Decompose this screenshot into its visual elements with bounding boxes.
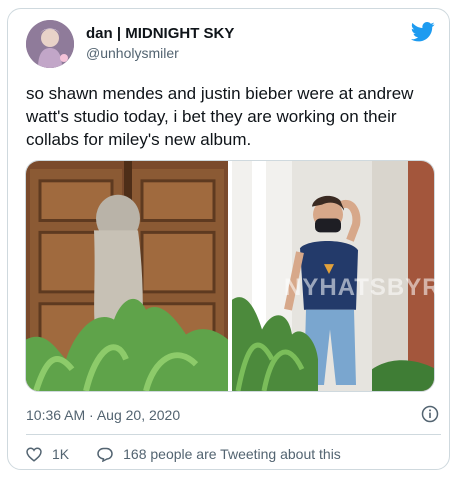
like-count: 1K: [52, 446, 70, 462]
conversation-stat[interactable]: 168 people are Tweeting about this: [97, 446, 341, 462]
engagement-bar: 1K 168 people are Tweeting about this: [26, 446, 341, 462]
photo-watermark: NYHATSBYR: [284, 274, 441, 301]
twitter-bird-icon[interactable]: [411, 22, 435, 42]
tweet-card[interactable]: dan | MIDNIGHT SKY @unholysmiler so shaw…: [7, 8, 450, 470]
like-stat[interactable]: 1K: [26, 446, 69, 462]
photo-door-hoodie[interactable]: [26, 161, 228, 391]
info-icon[interactable]: [421, 405, 439, 423]
tweet-text: so shawn mendes and justin bieber were a…: [26, 84, 414, 149]
user-handle[interactable]: @unholysmiler: [86, 45, 179, 61]
heart-icon[interactable]: [26, 447, 42, 462]
reply-bubble-icon[interactable]: [97, 447, 113, 462]
conversation-text: 168 people are Tweeting about this: [123, 446, 341, 462]
divider: [26, 434, 441, 435]
display-name[interactable]: dan | MIDNIGHT SKY: [86, 25, 234, 42]
tweet-timestamp[interactable]: 10:36 AM · Aug 20, 2020: [26, 407, 180, 423]
avatar[interactable]: [26, 20, 74, 68]
avatar-image: [26, 20, 74, 68]
